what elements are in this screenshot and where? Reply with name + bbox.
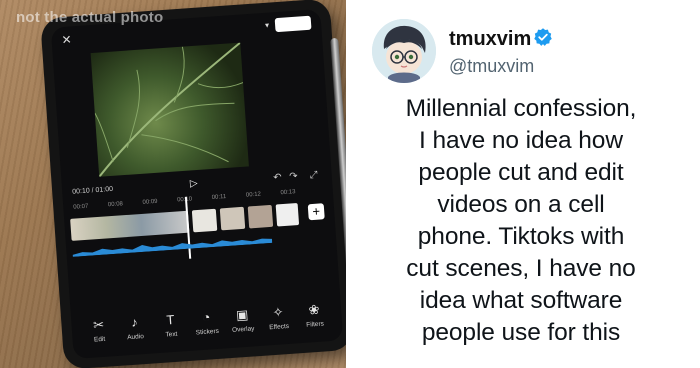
tool-filters: ❀ Filters bbox=[297, 301, 333, 329]
tweet-text: Millennial confession, I have no idea ho… bbox=[366, 93, 676, 349]
watermark-caption: not the actual photo bbox=[16, 9, 164, 26]
tool-edit: ✂ Edit bbox=[81, 316, 117, 344]
ruler-tick: 00:09 bbox=[142, 198, 158, 206]
tweet-line: idea what software bbox=[419, 287, 623, 314]
avatar-illustration bbox=[372, 19, 436, 83]
time-display: 00:10 / 01:00 bbox=[72, 185, 114, 196]
music-note-icon: ♪ bbox=[130, 314, 139, 330]
undo-icon: ↶ bbox=[273, 172, 283, 184]
phone: ✕ ▾ 00:10 / 01:00 ▷ ↶ ↷ ⤢ 00:07 00:08 00… bbox=[40, 0, 346, 368]
ruler-tick: 00:12 bbox=[245, 191, 262, 199]
redo-icon: ↷ bbox=[288, 170, 299, 183]
filters-icon: ❀ bbox=[308, 301, 321, 318]
tool-label: Text bbox=[165, 330, 178, 339]
leaf-image bbox=[94, 42, 244, 177]
video-clip bbox=[191, 208, 218, 233]
tool-label: Audio bbox=[126, 333, 145, 342]
tool-label: Edit bbox=[93, 335, 106, 344]
tool-audio: ♪ Audio bbox=[117, 314, 153, 342]
tool-label: Effects bbox=[269, 322, 290, 332]
tool-label: Filters bbox=[306, 320, 325, 329]
text-icon: T bbox=[165, 311, 175, 328]
tool-text: T Text bbox=[153, 311, 189, 339]
overlay-icon: ▣ bbox=[235, 306, 249, 323]
video-clip bbox=[275, 203, 300, 227]
tweet-line: people cut and edit bbox=[418, 159, 624, 186]
close-icon: ✕ bbox=[61, 32, 73, 48]
tweet-line: people use for this bbox=[421, 319, 621, 346]
tool-label: Overlay bbox=[231, 325, 255, 334]
ruler-tick: 00:07 bbox=[73, 203, 89, 211]
video-clip bbox=[70, 210, 190, 241]
tool-label: Stickers bbox=[195, 327, 220, 337]
editor-toolbar: ✂ Edit ♪ Audio T Text ◔ Stickers ▣ Overl… bbox=[76, 287, 336, 345]
video-preview bbox=[90, 42, 249, 177]
user-handle[interactable]: @tmuxvim bbox=[449, 56, 534, 77]
add-clip-icon: + bbox=[307, 203, 325, 221]
tool-effects: ✧ Effects bbox=[261, 303, 297, 331]
verified-badge-icon bbox=[534, 28, 552, 46]
tweet-line: Millennial confession, bbox=[405, 95, 637, 122]
resolution-icon: ▾ bbox=[264, 20, 270, 30]
video-clip bbox=[247, 204, 274, 229]
play-icon: ▷ bbox=[189, 177, 199, 190]
tool-stickers: ◔ Stickers bbox=[189, 309, 225, 337]
display-name[interactable]: tmuxvim bbox=[449, 28, 531, 51]
phone-photo: ✕ ▾ 00:10 / 01:00 ▷ ↶ ↷ ⤢ 00:07 00:08 00… bbox=[0, 0, 346, 368]
scissors-icon: ✂ bbox=[92, 316, 105, 333]
sparkle-icon: ✧ bbox=[272, 304, 285, 321]
tweet-line: videos on a cell bbox=[437, 191, 605, 218]
tweet-line: cut scenes, I have no bbox=[406, 255, 636, 282]
video-clip bbox=[219, 206, 246, 231]
avatar[interactable] bbox=[372, 19, 436, 83]
tweet-line: I have no idea how bbox=[419, 127, 623, 154]
tool-overlay: ▣ Overlay bbox=[225, 306, 261, 334]
export-button bbox=[274, 15, 312, 33]
ruler-tick: 00:11 bbox=[211, 193, 227, 201]
sticker-icon: ◔ bbox=[201, 309, 211, 325]
fullscreen-icon: ⤢ bbox=[309, 169, 319, 182]
phone-screen: ✕ ▾ 00:10 / 01:00 ▷ ↶ ↷ ⤢ 00:07 00:08 00… bbox=[50, 8, 344, 360]
ruler-tick: 00:08 bbox=[107, 201, 124, 209]
tweet-line: phone. Tiktoks with bbox=[417, 223, 625, 250]
ruler-tick: 00:13 bbox=[280, 189, 296, 197]
